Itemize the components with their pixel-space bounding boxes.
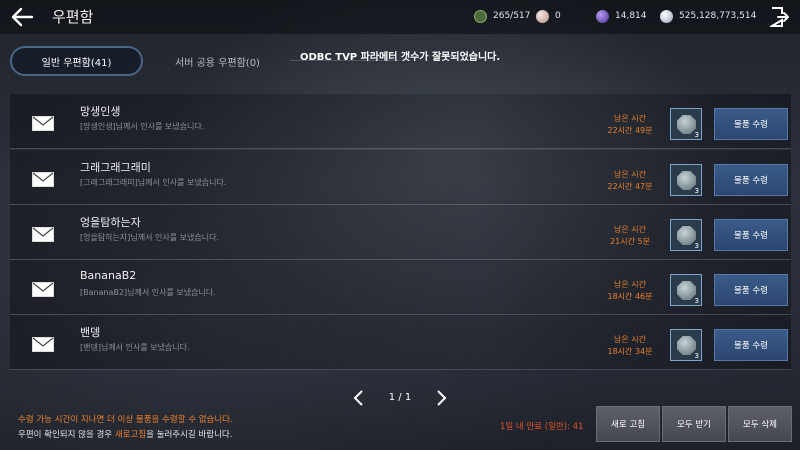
item-slot[interactable]: 3 (670, 164, 702, 196)
back-button[interactable] (8, 4, 36, 30)
weight-resource: 265/517 (474, 8, 530, 24)
mail-message: [망생인생]님께서 인사를 보냈습니다. (80, 122, 205, 131)
item-count: 3 (694, 187, 699, 195)
notice-expire-warning: 수령 가능 시간이 지나면 더 이상 물품을 수령할 수 없습니다. (18, 415, 233, 425)
remain-time: 18시간 46분 (607, 292, 653, 301)
mail-row: 엉을탐하는자 [엉을탐하는자]님께서 인사를 보냈습니다. 남은 시간 21시간… (10, 205, 791, 260)
notice-highlight: 새로고침 (114, 430, 147, 440)
mail-row: BananaB2 [BananaB2]님께서 인사를 보냈습니다. 남은 시간 … (10, 260, 791, 315)
expire-count: 1일 내 만료 (일반): 41 (500, 422, 584, 432)
silver-icon (660, 9, 673, 23)
item-count: 3 (694, 352, 699, 360)
mail-row: 망생인생 [망생인생]님께서 인사를 보냈습니다. 남은 시간 22시간 49분… (10, 94, 791, 149)
gem-icon (677, 115, 696, 134)
receive-item-button[interactable]: 물품 수령 (714, 108, 788, 140)
envelope-icon (32, 337, 54, 352)
remain-label: 남은 시간 (614, 335, 646, 344)
prev-page-button[interactable] (352, 389, 366, 407)
arrow-left-icon (11, 7, 34, 27)
mail-sender: 엉을탐하는자 (80, 216, 141, 229)
mail-message: [밴뎅]님께서 인사를 보냈습니다. (80, 343, 190, 352)
top-bar: 우편함 265/517 0 14,814 525,128,773,514 (0, 0, 800, 34)
notice-refresh-hint: 우편이 확인되지 않을 경우 새로고침을 눌러주시길 바랍니다. (18, 428, 232, 440)
error-toast: ODBC TVP 파라메터 갯수가 잘못되었습니다. (300, 52, 501, 63)
weight-value: 265/517 (493, 11, 531, 21)
pearl-icon (536, 9, 549, 23)
tab-general-mailbox[interactable]: 일반 우편함(41) (10, 46, 143, 76)
energy-icon (596, 9, 609, 23)
gem-icon (677, 226, 696, 245)
receive-item-button[interactable]: 물품 수령 (714, 274, 788, 306)
item-count: 3 (694, 131, 699, 139)
gem-icon (677, 336, 696, 355)
gem-icon (677, 171, 696, 190)
mail-sender: 그래그래그래미 (80, 161, 151, 174)
page-indicator: 1 / 1 (388, 392, 412, 403)
next-page-button[interactable] (434, 389, 448, 407)
exit-door-icon (768, 7, 789, 27)
tab-server-mailbox[interactable]: 서버 공용 우편함(0) (150, 48, 285, 74)
exit-button[interactable] (768, 6, 790, 28)
remain-label: 남은 시간 (614, 170, 646, 179)
notice-text: 우편이 확인되지 않을 경우 (18, 430, 115, 440)
mail-message: [그래그래그래미]님께서 인사를 보냈습니다. (80, 178, 227, 187)
mail-list: 망생인생 [망생인생]님께서 인사를 보냈습니다. 남은 시간 22시간 49분… (10, 94, 791, 372)
envelope-icon (32, 172, 54, 187)
envelope-icon (32, 227, 54, 242)
page-title: 우편함 (52, 8, 94, 26)
pearl-resource: 0 (536, 8, 561, 24)
remain-time: 22시간 49분 (607, 126, 653, 135)
receive-item-button[interactable]: 물품 수령 (714, 164, 788, 196)
pearl-value: 0 (555, 11, 561, 21)
remain-time: 18시간 34분 (607, 347, 653, 356)
mail-sender: 망생인생 (80, 105, 121, 118)
remain-time: 22시간 47분 (607, 182, 653, 191)
receive-all-button[interactable]: 모두 받기 (662, 406, 726, 442)
mail-row: 그래그래그래미 [그래그래그래미]님께서 인사를 보냈습니다. 남은 시간 22… (10, 150, 791, 205)
gem-icon (677, 281, 696, 300)
envelope-icon (32, 282, 54, 297)
item-slot[interactable]: 3 (670, 219, 702, 251)
envelope-icon (32, 116, 54, 131)
delete-all-button[interactable]: 모두 삭제 (728, 406, 792, 442)
notice-text: 을 눌러주시길 바랍니다. (146, 430, 233, 440)
mail-sender: BananaB2 (80, 269, 137, 282)
remain-label: 남은 시간 (614, 225, 646, 234)
weight-icon (474, 9, 487, 23)
energy-resource: 14,814 (596, 8, 647, 24)
mail-message: [BananaB2]님께서 인사를 보냈습니다. (80, 288, 216, 297)
chevron-left-icon (353, 390, 363, 406)
remain-label: 남은 시간 (614, 114, 646, 123)
item-slot[interactable]: 3 (670, 274, 702, 306)
item-count: 3 (694, 242, 699, 250)
energy-value: 14,814 (615, 11, 647, 21)
receive-item-button[interactable]: 물품 수령 (714, 219, 788, 251)
item-slot[interactable]: 3 (670, 329, 702, 361)
remain-time: 21시간 5분 (610, 237, 650, 246)
refresh-button[interactable]: 새로 고침 (596, 406, 660, 442)
remain-label: 남은 시간 (614, 280, 646, 289)
receive-item-button[interactable]: 물품 수령 (714, 329, 788, 361)
pagination: 1 / 1 (350, 389, 450, 409)
silver-value: 525,128,773,514 (679, 11, 757, 21)
item-count: 3 (694, 297, 699, 305)
mail-message: [엉을탐하는자]님께서 인사를 보냈습니다. (80, 233, 219, 242)
chevron-right-icon (437, 390, 447, 406)
item-slot[interactable]: 3 (670, 108, 702, 140)
mail-row: 밴뎅 [밴뎅]님께서 인사를 보냈습니다. 남은 시간 18시간 34분 3 물… (10, 315, 791, 370)
mail-sender: 밴뎅 (80, 326, 101, 339)
silver-resource: 525,128,773,514 (660, 8, 756, 24)
